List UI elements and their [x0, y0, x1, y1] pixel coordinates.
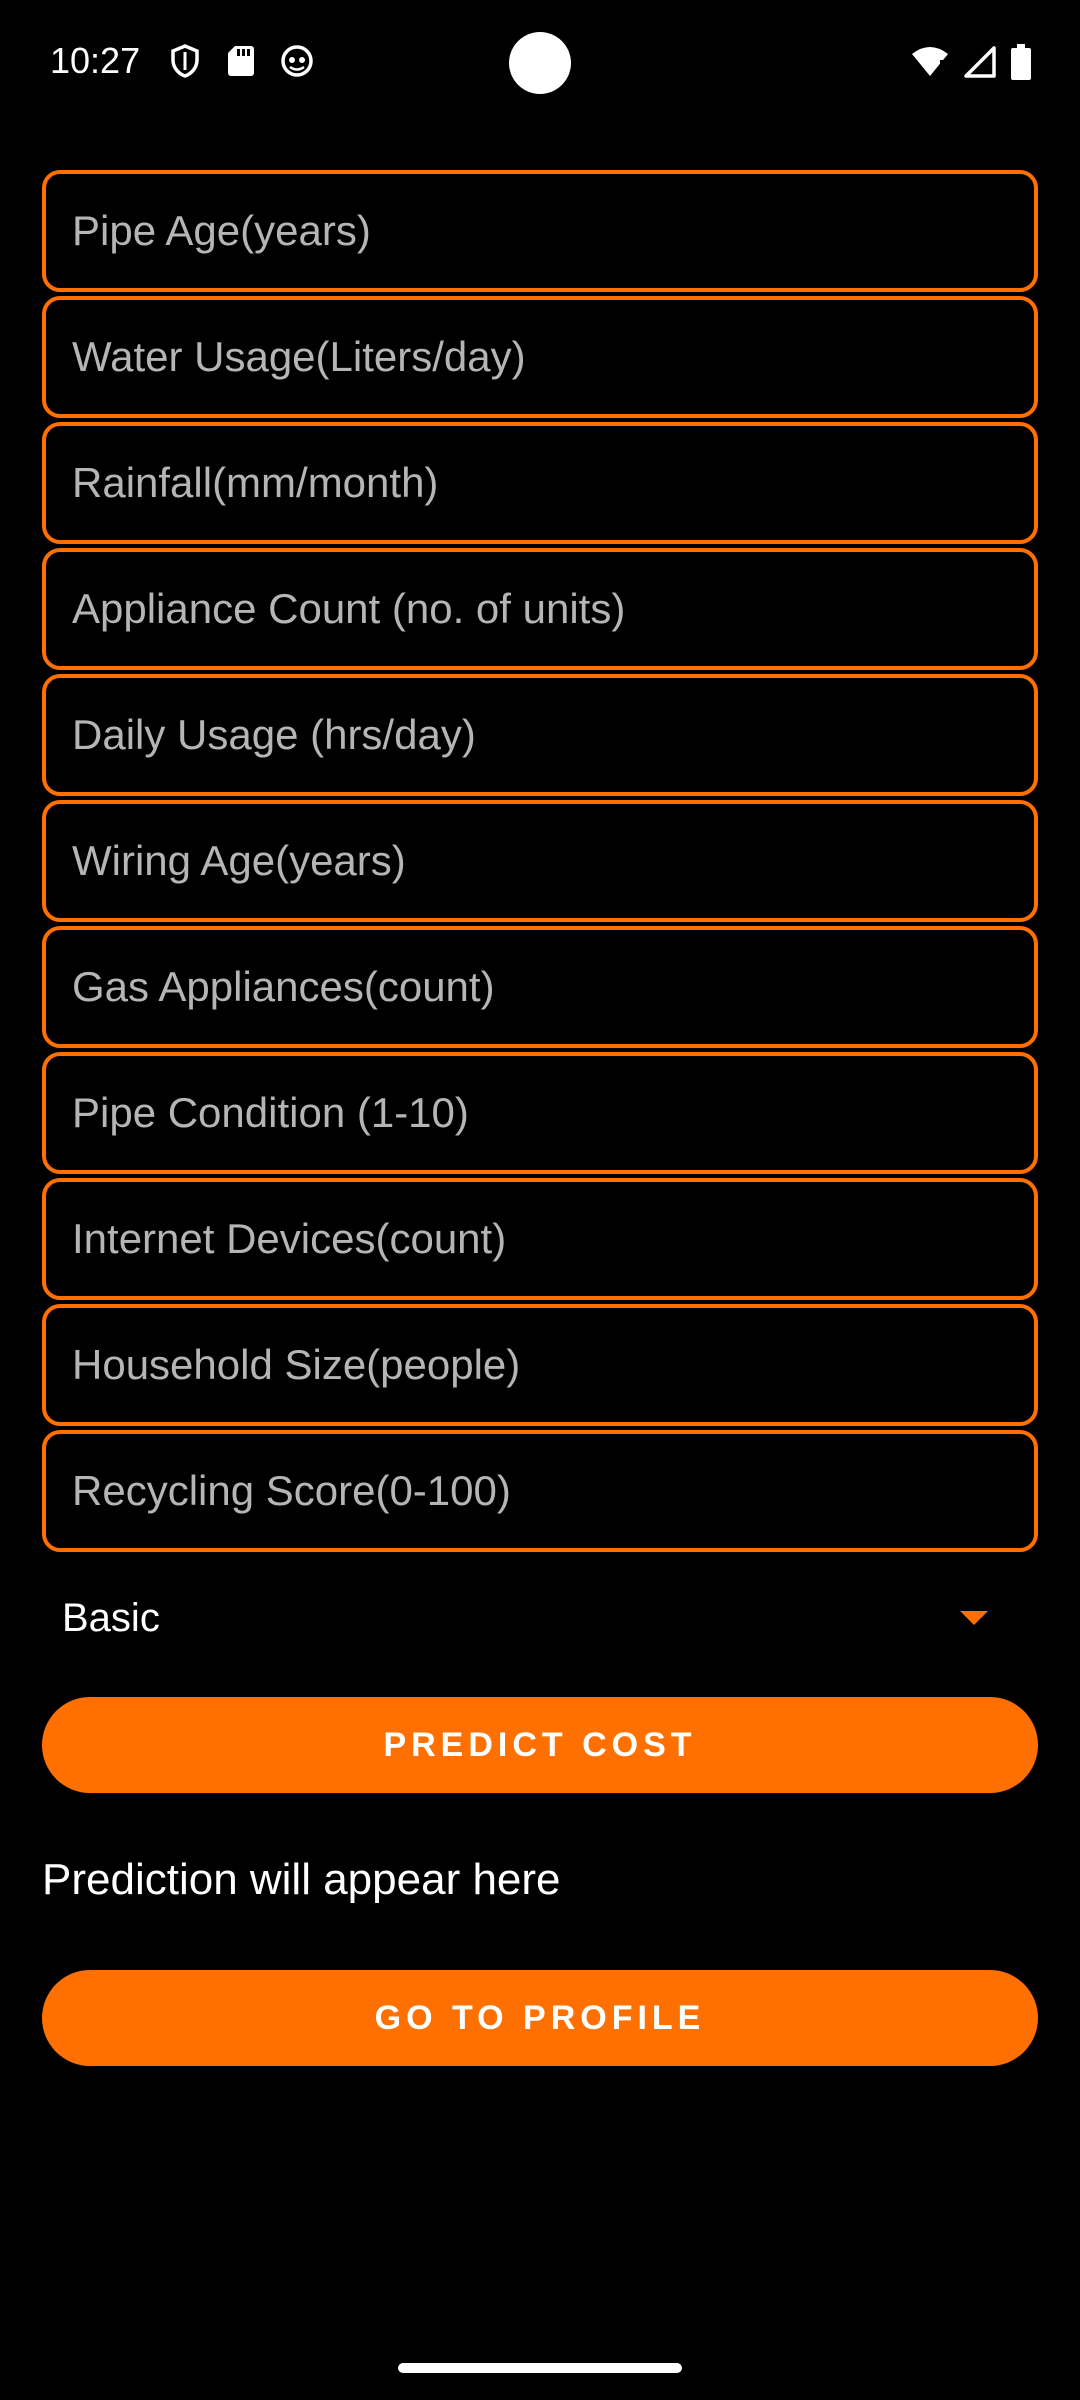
rainfall-field[interactable]	[42, 422, 1038, 544]
predict-cost-button[interactable]: PREDICT COST	[42, 1697, 1038, 1793]
internet-devices-input[interactable]	[70, 1214, 1034, 1264]
wiring-age-field[interactable]	[42, 800, 1038, 922]
gas-appliances-field[interactable]	[42, 926, 1038, 1048]
wifi-icon	[910, 46, 950, 83]
appliance-count-input[interactable]	[70, 584, 1034, 634]
app-notification-icon	[280, 44, 314, 78]
dropdown-arrow-icon	[960, 1611, 988, 1625]
camera-cutout	[509, 32, 571, 94]
plan-dropdown[interactable]: Basic	[42, 1568, 1038, 1668]
status-time: 10:27	[50, 40, 141, 81]
gas-appliances-input[interactable]	[70, 962, 1034, 1012]
wiring-age-input[interactable]	[70, 836, 1034, 886]
notification-icons	[168, 44, 314, 78]
water-usage-input[interactable]	[70, 332, 1034, 382]
go-to-profile-button[interactable]: GO TO PROFILE	[42, 1970, 1038, 2066]
pipe-age-input[interactable]	[70, 206, 1034, 256]
battery-icon	[1010, 44, 1032, 85]
water-usage-field[interactable]	[42, 296, 1038, 418]
sd-card-icon	[224, 44, 258, 78]
appliance-count-field[interactable]	[42, 548, 1038, 670]
recycling-score-input[interactable]	[70, 1466, 1034, 1516]
gesture-nav-handle[interactable]	[398, 2363, 682, 2373]
household-size-input[interactable]	[70, 1340, 1034, 1390]
system-icons	[910, 44, 1032, 85]
household-size-field[interactable]	[42, 1304, 1038, 1426]
rainfall-input[interactable]	[70, 458, 1034, 508]
shield-icon	[168, 44, 202, 78]
pipe-condition-field[interactable]	[42, 1052, 1038, 1174]
internet-devices-field[interactable]	[42, 1178, 1038, 1300]
pipe-condition-input[interactable]	[70, 1088, 1034, 1138]
pipe-age-field[interactable]	[42, 170, 1038, 292]
cost-form	[42, 170, 1038, 1556]
daily-usage-input[interactable]	[70, 710, 1034, 760]
plan-dropdown-value: Basic	[62, 1595, 160, 1640]
recycling-score-field[interactable]	[42, 1430, 1038, 1552]
signal-icon	[964, 46, 996, 83]
prediction-result-text: Prediction will appear here	[42, 1855, 561, 1904]
daily-usage-field[interactable]	[42, 674, 1038, 796]
status-bar: 10:27	[0, 0, 1080, 130]
